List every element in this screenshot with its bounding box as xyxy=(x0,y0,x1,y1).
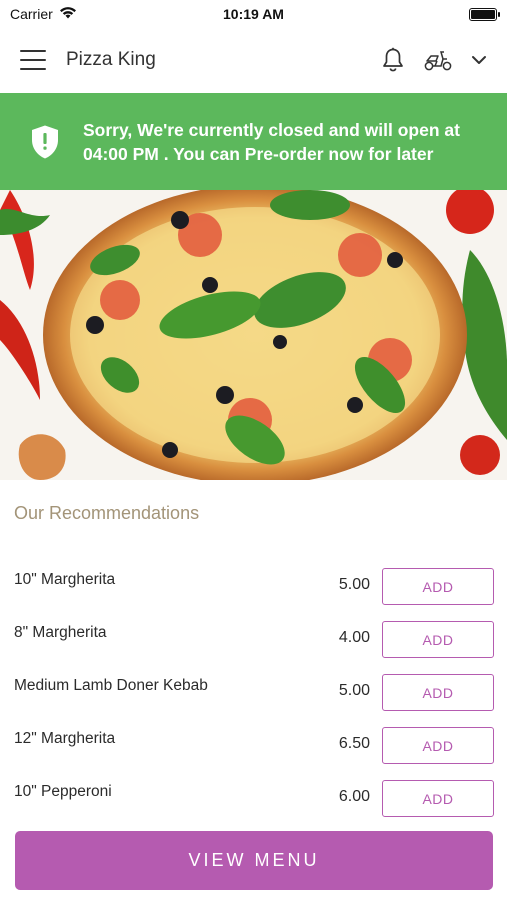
add-button[interactable]: ADD xyxy=(382,621,494,658)
list-item: 8" Margherita 4.00 ADD xyxy=(0,621,507,674)
recommendations-title: Our Recommendations xyxy=(14,503,200,523)
add-button[interactable]: ADD xyxy=(382,780,494,817)
app-actions xyxy=(381,47,487,73)
status-bar: Carrier 10:19 AM xyxy=(0,0,507,28)
list-item: 12" Margherita 6.50 ADD xyxy=(0,727,507,780)
app-title: Pizza King xyxy=(66,49,156,70)
shield-alert-icon xyxy=(30,124,60,160)
status-left: Carrier xyxy=(10,6,77,22)
item-name: 10" Margherita xyxy=(14,571,116,588)
item-price: 6.50 xyxy=(338,735,370,752)
view-menu-button[interactable]: VIEW MENU xyxy=(15,831,493,890)
list-item: 10" Pepperoni 6.00 ADD xyxy=(0,780,507,833)
add-button[interactable]: ADD xyxy=(382,727,494,764)
item-name: 12" Margherita xyxy=(14,730,116,747)
scooter-icon[interactable] xyxy=(423,48,453,72)
chevron-down-icon[interactable] xyxy=(471,55,487,65)
item-price: 5.00 xyxy=(338,576,370,593)
list-item: 10" Margherita 5.00 ADD xyxy=(0,568,507,621)
item-name: 10" Pepperoni xyxy=(14,783,112,800)
item-name: 8" Margherita xyxy=(14,624,107,641)
list-item: Medium Lamb Doner Kebab 5.00 ADD xyxy=(0,674,507,727)
battery-icon xyxy=(469,7,500,21)
closed-banner: Sorry, We're currently closed and will o… xyxy=(0,93,507,190)
item-price: 5.00 xyxy=(338,682,370,699)
carrier-label: Carrier xyxy=(10,6,53,22)
bell-icon[interactable] xyxy=(381,47,405,73)
wifi-icon xyxy=(59,6,77,22)
closed-banner-message: Sorry, We're currently closed and will o… xyxy=(83,119,460,164)
status-time: 10:19 AM xyxy=(223,6,284,22)
add-button[interactable]: ADD xyxy=(382,674,494,711)
item-price: 4.00 xyxy=(338,629,370,646)
app-bar: Pizza King xyxy=(0,28,507,92)
recommendations-list: 10" Margherita 5.00 ADD 8" Margherita 4.… xyxy=(0,568,507,833)
hero-pizza-image xyxy=(0,190,507,480)
item-price: 6.00 xyxy=(338,788,370,805)
add-button[interactable]: ADD xyxy=(382,568,494,605)
item-name: Medium Lamb Doner Kebab xyxy=(14,677,208,694)
menu-icon[interactable] xyxy=(20,50,46,70)
